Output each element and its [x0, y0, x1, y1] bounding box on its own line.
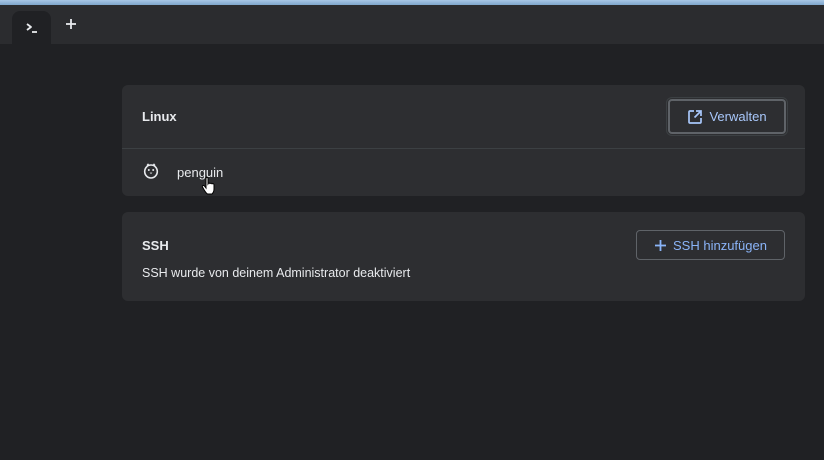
- linux-section-title: Linux: [142, 109, 177, 124]
- penguin-icon: [143, 163, 159, 179]
- open-in-new-icon: [688, 109, 703, 124]
- hand-pointer-cursor-icon: [201, 177, 215, 195]
- terminal-app-window: Linux Verwalten penguin SSH SSH hinzufüg…: [0, 0, 824, 460]
- ssh-section-title: SSH: [142, 238, 169, 253]
- new-tab-button[interactable]: [60, 13, 82, 35]
- linux-section-card: Linux Verwalten penguin: [122, 85, 805, 196]
- container-item-penguin[interactable]: penguin: [122, 149, 805, 196]
- ssh-disabled-message: SSH wurde von deinem Administrator deakt…: [142, 266, 411, 280]
- manage-button-label: Verwalten: [709, 109, 767, 124]
- manage-linux-button[interactable]: Verwalten: [666, 97, 788, 136]
- tab-terminal-home[interactable]: [12, 11, 51, 44]
- add-ssh-button-label: SSH hinzufügen: [673, 237, 767, 253]
- plus-icon: [66, 19, 76, 29]
- terminal-prompt-icon: [25, 22, 37, 33]
- plus-icon: [655, 239, 667, 251]
- tab-strip: [0, 5, 824, 44]
- add-ssh-button[interactable]: SSH hinzufügen: [636, 230, 785, 260]
- ssh-section-card: SSH SSH hinzufügen SSH wurde von deinem …: [122, 212, 805, 301]
